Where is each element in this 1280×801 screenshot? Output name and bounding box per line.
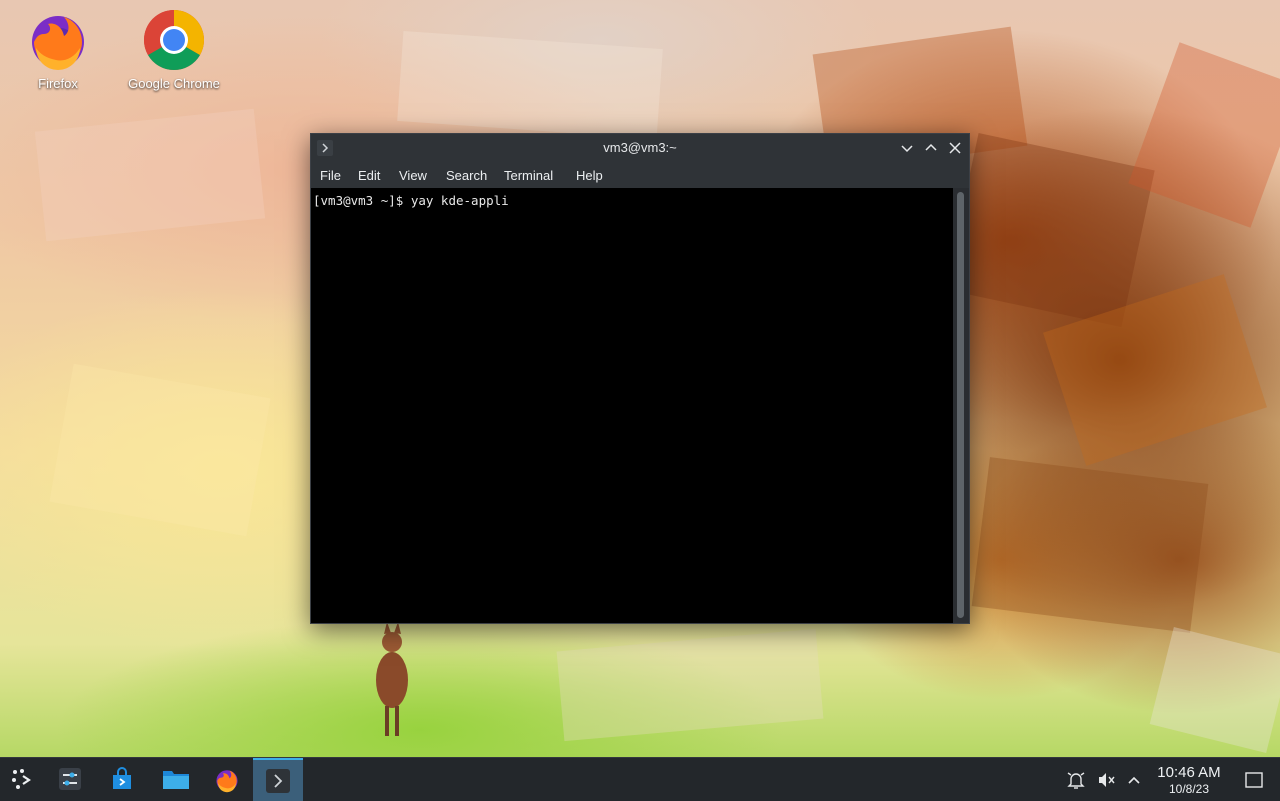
menu-terminal[interactable]: Terminal [504, 168, 553, 183]
system-settings-button[interactable] [48, 758, 92, 801]
menu-edit[interactable]: Edit [358, 168, 380, 183]
firefox-icon [26, 8, 90, 72]
window-title: vm3@vm3:~ [603, 140, 677, 155]
firefox-icon [216, 770, 238, 793]
digital-clock[interactable]: 10:46 AM 10/8/23 [1148, 764, 1230, 796]
desktop-icon-label: Google Chrome [128, 76, 220, 91]
file-manager-icon [163, 771, 189, 789]
terminal-line: [vm3@vm3 ~]$ yay kde-appli [313, 193, 509, 208]
vertical-scrollbar[interactable] [953, 188, 969, 623]
window-titlebar[interactable]: vm3@vm3:~ [311, 134, 969, 162]
terminal-output-area[interactable]: [vm3@vm3 ~]$ yay kde-appli [311, 188, 953, 623]
application-launcher-button[interactable] [0, 758, 44, 801]
clock-date: 10/8/23 [1168, 782, 1210, 796]
application-launcher-icon [12, 769, 31, 789]
discover-store-button[interactable] [100, 758, 144, 801]
menubar: File Edit View Search Terminal Help [311, 162, 969, 188]
menu-view[interactable]: View [399, 168, 427, 183]
menu-search[interactable]: Search [446, 168, 487, 183]
maximize-button[interactable] [922, 139, 940, 157]
close-button[interactable] [946, 139, 964, 157]
notifications-icon[interactable] [1066, 770, 1086, 790]
minimize-button[interactable] [898, 139, 916, 157]
fox-figure-illustration [376, 622, 408, 736]
firefox-taskbar-button[interactable] [204, 758, 248, 801]
volume-muted-icon[interactable] [1096, 770, 1116, 790]
show-desktop-icon[interactable] [1244, 770, 1264, 790]
desktop-icon-firefox[interactable]: Firefox [6, 2, 110, 91]
terminal-icon [266, 769, 290, 793]
terminal-window[interactable]: vm3@vm3:~ File Edit View Search Terminal… [310, 133, 970, 624]
chrome-icon [142, 8, 206, 72]
scrollbar-thumb[interactable] [957, 192, 964, 618]
menu-file[interactable]: File [320, 168, 341, 183]
show-hidden-icons-chevron[interactable] [1124, 770, 1144, 790]
discover-store-icon [113, 767, 131, 789]
taskbar-panel: 10:46 AM 10/8/23 [0, 757, 1280, 801]
desktop-icon-label: Firefox [38, 76, 78, 91]
menu-help[interactable]: Help [576, 168, 603, 183]
terminal-taskbar-button[interactable] [253, 758, 303, 801]
desktop-icon-google-chrome[interactable]: Google Chrome [122, 2, 226, 91]
file-manager-button[interactable] [152, 758, 196, 801]
system-settings-icon [59, 768, 81, 790]
clock-time: 10:46 AM [1157, 764, 1221, 781]
